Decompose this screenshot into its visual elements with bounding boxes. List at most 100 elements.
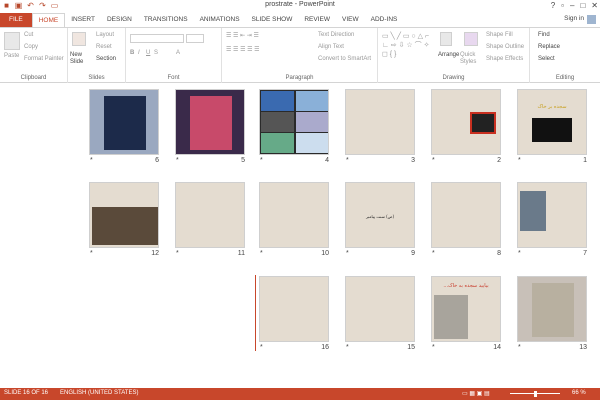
underline-icon[interactable]: U xyxy=(146,50,150,56)
slide-transition-icon[interactable]: * xyxy=(518,250,521,257)
slide-transition-icon[interactable]: * xyxy=(176,157,179,164)
help-icon[interactable]: ? xyxy=(551,1,555,10)
zoom-level[interactable]: 66 % xyxy=(572,390,586,396)
slide-transition-icon[interactable]: * xyxy=(90,157,93,164)
slide-transition-icon[interactable]: * xyxy=(90,250,93,257)
slide-thumbnail[interactable] xyxy=(431,182,501,248)
slide-transition-icon[interactable]: * xyxy=(432,157,435,164)
slide-transition-icon[interactable]: * xyxy=(432,344,435,351)
font-color-icon[interactable]: A xyxy=(176,50,180,56)
tab-review[interactable]: REVIEW xyxy=(298,13,336,27)
avatar[interactable] xyxy=(587,15,596,24)
shape-fill-button[interactable]: Shape Fill xyxy=(486,32,513,38)
clipboard-group: Paste Cut Copy Format Painter Clipboard xyxy=(0,28,68,83)
slide-transition-icon[interactable]: * xyxy=(260,157,263,164)
sign-in-link[interactable]: Sign in xyxy=(564,15,584,22)
font-group: B I U S A Font xyxy=(126,28,222,83)
slide-number: 7 xyxy=(583,250,587,257)
slide-thumbnail[interactable] xyxy=(345,276,415,342)
new-slide-button[interactable]: New Slide xyxy=(70,52,94,66)
tab-slide-show[interactable]: SLIDE SHOW xyxy=(246,13,299,27)
alignment-icons[interactable]: ☰ ☰ ☰ ☰ ☰ xyxy=(226,46,260,53)
italic-icon[interactable]: I xyxy=(138,50,140,56)
slide-transition-icon[interactable]: * xyxy=(346,250,349,257)
shapes-gallery[interactable]: ▭ ╲ ╱ ▭ ○ △ ⌐ ∟ ⇨ ⇩ ☆ ⌒ ✧ ◻ { } xyxy=(382,32,432,59)
slide-number: 1 xyxy=(583,157,587,164)
slide-transition-icon[interactable]: * xyxy=(346,344,349,351)
tab-transitions[interactable]: TRANSITIONS xyxy=(138,13,194,27)
format-painter-button[interactable]: Format Painter xyxy=(24,56,64,62)
slide-thumbnail[interactable] xyxy=(517,182,587,248)
select-button[interactable]: Select xyxy=(538,56,555,62)
photo-tile xyxy=(296,133,328,153)
maximize-icon[interactable]: □ xyxy=(580,1,585,10)
slide-number: 13 xyxy=(579,344,587,351)
font-family-select[interactable] xyxy=(130,34,184,43)
paste-icon[interactable] xyxy=(4,32,20,50)
slide-thumbnail[interactable] xyxy=(175,182,245,248)
find-button[interactable]: Find xyxy=(538,32,550,38)
convert-to-smartart-button[interactable]: Convert to SmartArt xyxy=(318,56,371,62)
tab-home[interactable]: HOME xyxy=(31,13,66,27)
title-bar: ■ ▣ ↶ ↷ ▭ prostrate - PowerPoint ? ▫ – □… xyxy=(0,0,600,12)
minimize-icon[interactable]: – xyxy=(570,1,574,10)
slide-transition-icon[interactable]: * xyxy=(432,250,435,257)
zoom-slider-knob[interactable] xyxy=(534,391,537,397)
cut-button[interactable]: Cut xyxy=(24,32,33,38)
slide-number: 11 xyxy=(237,250,245,257)
strikethrough-icon[interactable]: S xyxy=(154,50,158,56)
layout-button[interactable]: Layout xyxy=(96,32,114,38)
tab-insert[interactable]: INSERT xyxy=(65,13,101,27)
slide-thumbnail[interactable] xyxy=(345,89,415,155)
slide-thumbnail[interactable] xyxy=(175,89,245,155)
align-text-button[interactable]: Align Text xyxy=(318,44,344,50)
slide-thumbnail[interactable] xyxy=(517,276,587,342)
slide-thumbnail[interactable]: (ص) سنت پیامبر xyxy=(345,182,415,248)
warning-sign-icon xyxy=(470,112,496,134)
slide-thumbnail[interactable] xyxy=(431,89,501,155)
slide-thumbnail[interactable] xyxy=(89,89,159,155)
arrange-button[interactable]: Arrange xyxy=(438,52,459,58)
slide-transition-icon[interactable]: * xyxy=(176,250,179,257)
slide-number: 6 xyxy=(155,157,159,164)
slide-thumbnail[interactable] xyxy=(259,182,329,248)
slide-transition-icon[interactable]: * xyxy=(518,344,521,351)
shape-effects-button[interactable]: Shape Effects xyxy=(486,56,523,62)
tab-add-ins[interactable]: ADD-INS xyxy=(365,13,404,27)
paste-button[interactable]: Paste xyxy=(4,53,19,59)
slide-transition-icon[interactable]: * xyxy=(260,250,263,257)
slide-thumbnail[interactable] xyxy=(89,182,159,248)
new-slide-icon[interactable] xyxy=(72,32,86,46)
slide-transition-icon[interactable]: * xyxy=(260,344,263,351)
slide-thumbnail[interactable] xyxy=(259,276,329,342)
bullets-icon[interactable]: ☰ ☰ ⇤ ⇥ ☰ xyxy=(226,32,259,39)
bold-icon[interactable]: B xyxy=(130,50,134,56)
quick-styles-icon[interactable] xyxy=(464,32,478,46)
copy-button[interactable]: Copy xyxy=(24,44,38,50)
section-button[interactable]: Section xyxy=(96,56,116,62)
font-size-select[interactable] xyxy=(186,34,204,43)
slide-thumbnail[interactable]: سجده بر خاک xyxy=(517,89,587,155)
photo-tile xyxy=(261,133,294,153)
quick-styles-button[interactable]: Quick Styles xyxy=(460,52,484,66)
reset-button[interactable]: Reset xyxy=(96,44,112,50)
tab-view[interactable]: VIEW xyxy=(336,13,365,27)
tab-file[interactable]: FILE xyxy=(0,13,32,27)
slide-transition-icon[interactable]: * xyxy=(346,157,349,164)
tab-design[interactable]: DESIGN xyxy=(101,13,138,27)
slide-number: 9 xyxy=(411,250,415,257)
view-normal-icon[interactable]: ▭ ▦ ▣ ▤ xyxy=(462,390,490,397)
slide-thumbnail[interactable] xyxy=(259,89,329,155)
text-direction-button[interactable]: Text Direction xyxy=(318,32,354,38)
language-indicator[interactable]: ENGLISH (UNITED STATES) xyxy=(60,390,138,396)
slide-thumbnail[interactable]: بیایید سجده به خاک... xyxy=(431,276,501,342)
arrange-icon[interactable] xyxy=(440,32,452,46)
slide-transition-icon[interactable]: * xyxy=(518,157,521,164)
photo-tile xyxy=(296,91,328,111)
tab-animations[interactable]: ANIMATIONS xyxy=(194,13,246,27)
replace-button[interactable]: Replace xyxy=(538,44,560,50)
photo-tile xyxy=(261,91,294,111)
ribbon-options-icon[interactable]: ▫ xyxy=(561,1,564,10)
close-icon[interactable]: ✕ xyxy=(591,1,598,10)
shape-outline-button[interactable]: Shape Outline xyxy=(486,44,524,50)
